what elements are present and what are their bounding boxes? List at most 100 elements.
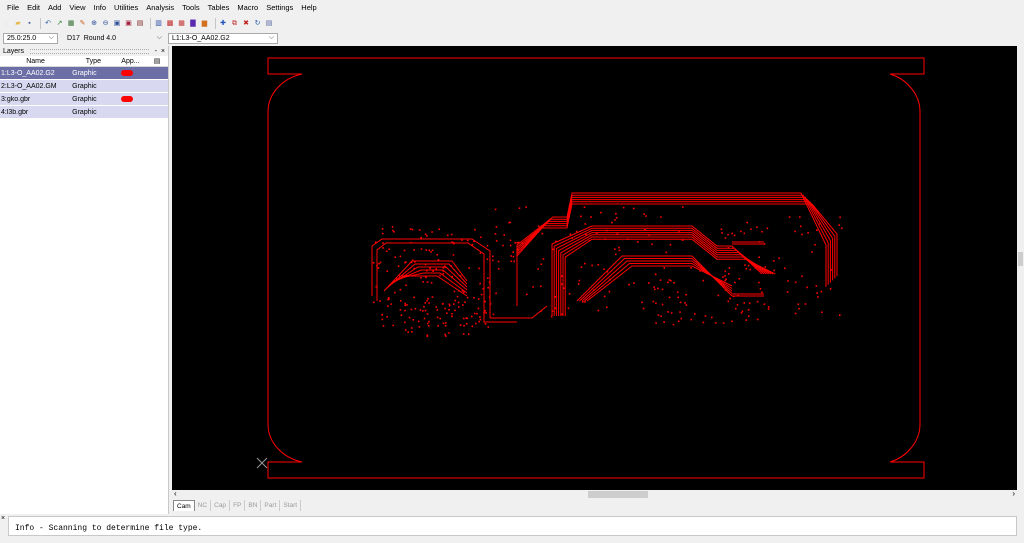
close-icon[interactable]: × xyxy=(161,48,165,55)
menu-view[interactable]: View xyxy=(65,0,89,15)
layer-row[interactable]: 3:gko.gbr Graphic xyxy=(0,93,168,106)
vertical-scroll-thumb[interactable] xyxy=(1018,252,1023,266)
layer-appearance[interactable] xyxy=(115,80,147,92)
aperture-select[interactable]: D17 Round 4.0 ⌵ xyxy=(64,33,165,44)
via-dot xyxy=(597,264,600,266)
layer-row[interactable]: 4:l3b.gbr Graphic xyxy=(0,106,168,119)
via-dot xyxy=(720,228,723,231)
copy-icon[interactable]: ⧉ xyxy=(230,19,239,28)
pin-icon[interactable]: - xyxy=(155,48,157,55)
settings-icon[interactable]: ▤ xyxy=(265,19,274,28)
zoom-select[interactable]: 25.0:25.0 ⌵ xyxy=(3,32,58,44)
matrix-icon[interactable]: ▦ xyxy=(177,19,186,28)
active-layer-select[interactable]: L1:L3-O_AA02.G2 ⌵ xyxy=(168,32,278,44)
tab-fp[interactable]: FP xyxy=(230,500,246,511)
tab-nc[interactable]: NC xyxy=(195,500,212,511)
horizontal-scrollbar[interactable]: ‹ › xyxy=(172,489,1017,499)
via-dot xyxy=(704,315,707,317)
layer-row[interactable]: 1:L3-O_AA02.G2 Graphic xyxy=(0,67,168,80)
menu-utilities[interactable]: Utilities xyxy=(110,0,142,15)
zoom-window-icon[interactable]: ▣ xyxy=(113,19,122,28)
pen-icon[interactable]: ✎ xyxy=(78,19,87,28)
draw-icon[interactable]: ↗ xyxy=(55,19,64,28)
via-dot xyxy=(690,318,693,321)
layer-appearance[interactable] xyxy=(115,93,147,105)
via-dot xyxy=(404,321,406,324)
delete-icon[interactable]: ✖ xyxy=(242,19,251,28)
via-dot xyxy=(444,322,447,324)
via-dot xyxy=(655,322,657,324)
layer-appearance[interactable] xyxy=(115,67,147,79)
refresh-icon[interactable]: ↻ xyxy=(253,19,262,28)
via-dot xyxy=(555,240,557,243)
menu-help[interactable]: Help xyxy=(297,0,320,15)
colors-icon[interactable]: ▇ xyxy=(189,19,198,28)
menu-macro[interactable]: Macro xyxy=(233,0,262,15)
via-dot xyxy=(756,318,759,321)
cam-canvas[interactable] xyxy=(172,46,1017,490)
save-icon[interactable]: ▪ xyxy=(25,19,34,28)
via-dot xyxy=(463,291,465,293)
via-dot xyxy=(444,333,446,336)
menu-edit[interactable]: Edit xyxy=(23,0,44,15)
column-name[interactable]: Name xyxy=(0,58,70,65)
tab-start[interactable]: Start xyxy=(280,500,302,511)
menu-add[interactable]: Add xyxy=(44,0,65,15)
tab-bn[interactable]: BN xyxy=(245,500,262,511)
horizontal-scroll-thumb[interactable] xyxy=(588,491,648,498)
via-dot xyxy=(478,320,480,323)
via-dot xyxy=(487,277,489,279)
vertical-scrollbar[interactable] xyxy=(1017,46,1024,499)
cross-icon[interactable]: ✚ xyxy=(219,19,228,28)
zoom-out-icon[interactable]: ⊖ xyxy=(101,19,110,28)
via-dot xyxy=(432,270,434,272)
tab-part[interactable]: Part xyxy=(261,500,281,511)
menu-tools[interactable]: Tools xyxy=(178,0,204,15)
via-dot xyxy=(561,313,563,316)
panel-grip[interactable] xyxy=(30,48,149,54)
via-dot xyxy=(409,228,412,230)
color-swatch-icon[interactable] xyxy=(120,70,133,76)
tab-cam[interactable]: Cam xyxy=(173,500,195,511)
tab-cap[interactable]: Cap xyxy=(211,500,231,511)
undo-icon[interactable]: ↶ xyxy=(44,19,53,28)
scroll-left-icon[interactable]: ‹ xyxy=(174,489,177,498)
via-dot xyxy=(399,288,402,291)
via-dot xyxy=(516,241,518,244)
pcb-drawing[interactable] xyxy=(172,46,1017,490)
menu-info[interactable]: Info xyxy=(90,0,111,15)
zoom-fit-icon[interactable]: ▣ xyxy=(124,19,133,28)
column-type[interactable]: Type xyxy=(70,58,114,65)
via-dot xyxy=(451,315,453,318)
via-dot xyxy=(386,315,388,318)
zoom-in-icon[interactable]: ⊕ xyxy=(90,19,99,28)
via-dot xyxy=(426,281,429,283)
open-folder-icon[interactable]: ▰ xyxy=(14,19,23,28)
via-dot xyxy=(462,304,464,306)
menu-file[interactable]: File xyxy=(0,0,23,15)
layer-type: Graphic xyxy=(72,95,97,103)
column-appearance[interactable]: App... xyxy=(115,58,147,65)
via-dot xyxy=(749,268,752,271)
palette-icon[interactable]: ▆ xyxy=(200,19,209,28)
layers-icon[interactable]: ▦ xyxy=(67,19,76,28)
color-swatch-icon[interactable] xyxy=(120,96,133,102)
via-dot xyxy=(471,315,473,318)
close-icon[interactable]: × xyxy=(1,515,5,522)
layer-appearance[interactable] xyxy=(115,106,147,118)
redraw-icon[interactable]: ▤ xyxy=(136,19,145,28)
via-dot xyxy=(743,232,746,235)
via-dot xyxy=(410,241,413,244)
via-dot xyxy=(756,300,759,303)
via-dot xyxy=(503,234,505,236)
new-file-icon[interactable]: ▯ xyxy=(2,19,11,28)
menu-tables[interactable]: Tables xyxy=(204,0,234,15)
grid-icon[interactable]: ▩ xyxy=(166,19,175,28)
menu-analysis[interactable]: Analysis xyxy=(142,0,178,15)
column-options-icon[interactable]: ▤ xyxy=(146,57,168,65)
menu-settings[interactable]: Settings xyxy=(262,0,297,15)
via-dot xyxy=(400,314,403,316)
layer-view-icon[interactable]: ▥ xyxy=(154,19,163,28)
layer-row[interactable]: 2:L3-O_AA02.GM Graphic xyxy=(0,80,168,93)
scroll-right-icon[interactable]: › xyxy=(1012,489,1015,498)
